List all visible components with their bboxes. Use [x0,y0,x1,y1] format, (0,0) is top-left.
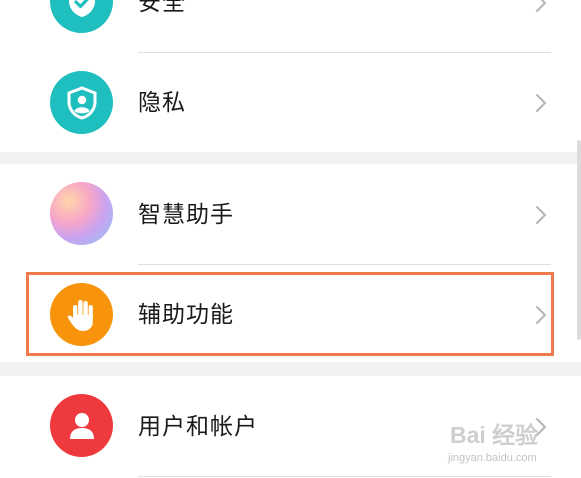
settings-item-label: 安全 [138,0,186,16]
shield-person-icon [50,71,113,134]
settings-item-users-accounts[interactable]: 用户和帐户 [0,386,581,466]
section-gap [0,362,581,376]
settings-item-label: 用户和帐户 [138,414,258,440]
settings-item-privacy[interactable]: 隐私 [0,62,581,142]
user-icon [50,394,113,457]
section-gap [0,152,581,164]
settings-item-label: 辅助功能 [138,302,234,328]
chevron-right-icon [536,0,547,12]
chevron-right-icon [536,94,547,112]
shield-check-icon [50,0,113,33]
divider [138,476,551,477]
settings-item-accessibility[interactable]: 辅助功能 [0,274,581,354]
divider [138,264,551,265]
smart-assistant-icon [50,182,113,245]
divider [138,52,551,53]
hand-icon [50,283,113,346]
settings-item-security[interactable]: 安全 [0,0,581,42]
chevron-right-icon [536,306,547,324]
settings-item-smart-assistant[interactable]: 智慧助手 [0,174,581,254]
chevron-right-icon [536,206,547,224]
settings-item-label: 隐私 [138,90,186,116]
settings-item-label: 智慧助手 [138,202,234,228]
chevron-right-icon [536,418,547,436]
